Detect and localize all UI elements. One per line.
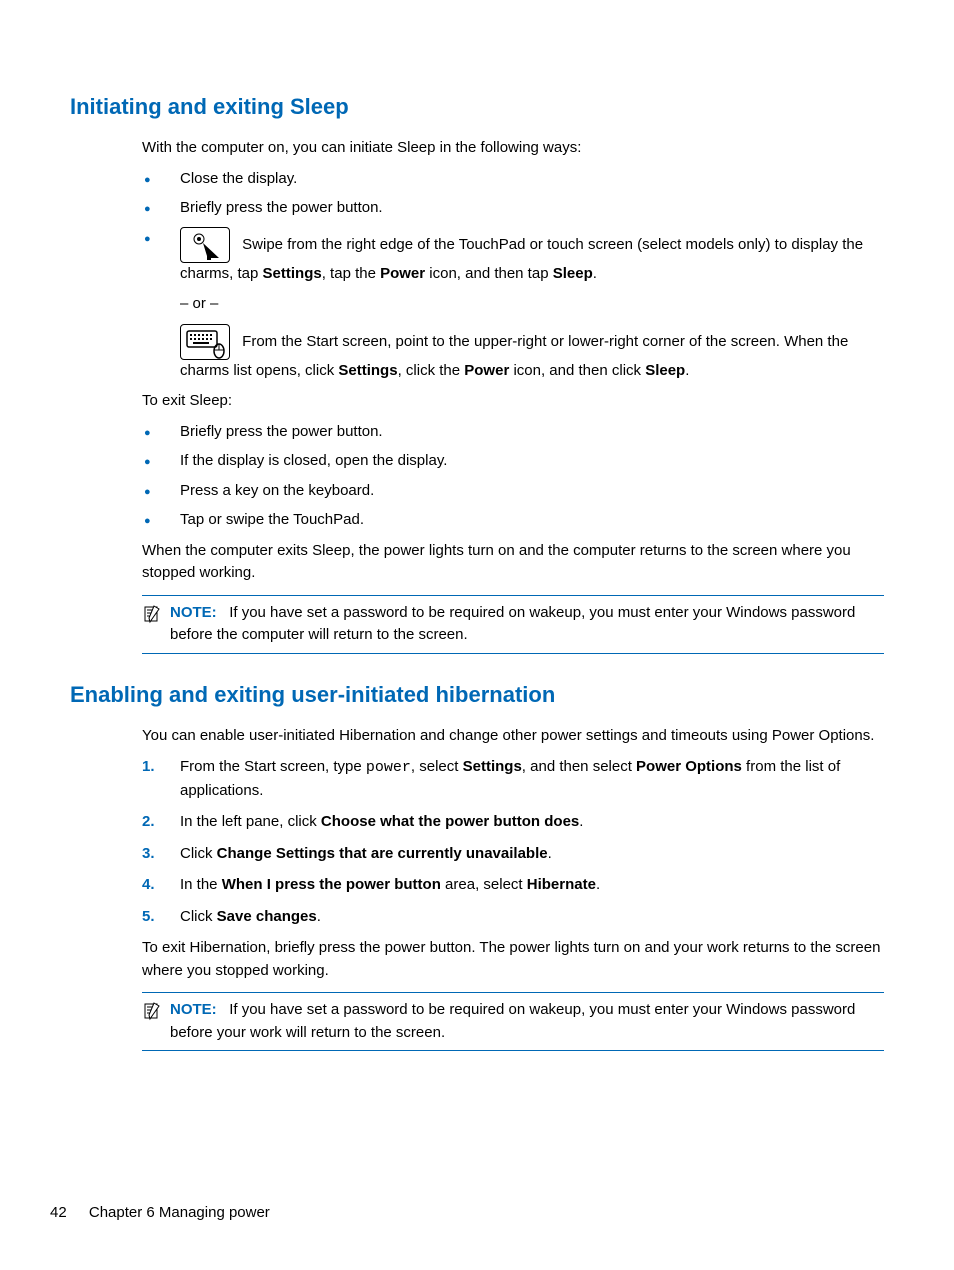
section1-content: With the computer on, you can initiate S… xyxy=(142,137,884,654)
note-label: NOTE: xyxy=(170,604,217,621)
bold-text: Power xyxy=(380,265,425,282)
note-block: NOTE: If you have set a password to be r… xyxy=(142,595,884,654)
or-separator: – or – xyxy=(180,293,884,316)
step-item: In the When I press the power button are… xyxy=(142,874,884,897)
outro-text: To exit Hibernation, briefly press the p… xyxy=(142,937,884,982)
step-item: From the Start screen, type power, selec… xyxy=(142,756,884,802)
page-footer: 42 Chapter 6 Managing power xyxy=(50,1202,270,1225)
chapter-label: Chapter 6 Managing power xyxy=(89,1204,270,1221)
section2-content: You can enable user-initiated Hibernatio… xyxy=(142,725,884,1052)
note-text: If you have set a password to be require… xyxy=(170,604,855,644)
exit-intro: To exit Sleep: xyxy=(142,390,884,413)
code-text: power xyxy=(366,759,411,776)
page-number: 42 xyxy=(50,1204,67,1221)
step-item: In the left pane, click Choose what the … xyxy=(142,811,884,834)
step-item: Click Save changes. xyxy=(142,906,884,929)
note-icon xyxy=(142,604,162,624)
bold-text: Sleep xyxy=(553,265,593,282)
list-item: Tap or swipe the TouchPad. xyxy=(142,509,884,532)
exit-list: Briefly press the power button. If the d… xyxy=(142,421,884,532)
heading-sleep: Initiating and exiting Sleep xyxy=(70,90,884,123)
list-item: Swipe from the right edge of the TouchPa… xyxy=(142,227,884,383)
steps-list: From the Start screen, type power, selec… xyxy=(142,756,884,928)
list-item: Press a key on the keyboard. xyxy=(142,480,884,503)
touch-gesture-icon xyxy=(180,227,230,263)
list-item: Briefly press the power button. xyxy=(142,421,884,444)
initiate-list: Close the display. Briefly press the pow… xyxy=(142,168,884,383)
list-item: If the display is closed, open the displ… xyxy=(142,450,884,473)
note-icon xyxy=(142,1001,162,1021)
keyboard-mouse-icon xyxy=(180,324,230,360)
step-item: Click Change Settings that are currently… xyxy=(142,843,884,866)
outro-text: When the computer exits Sleep, the power… xyxy=(142,540,884,585)
note-block: NOTE: If you have set a password to be r… xyxy=(142,992,884,1051)
bold-text: Settings xyxy=(263,265,322,282)
bold-text: Settings xyxy=(338,362,397,379)
list-item: Briefly press the power button. xyxy=(142,197,884,220)
list-item: Close the display. xyxy=(142,168,884,191)
note-text: If you have set a password to be require… xyxy=(170,1001,855,1041)
intro-text: You can enable user-initiated Hibernatio… xyxy=(142,725,884,748)
bold-text: Power xyxy=(464,362,509,379)
heading-hibernation: Enabling and exiting user-initiated hibe… xyxy=(70,678,884,711)
intro-text: With the computer on, you can initiate S… xyxy=(142,137,884,160)
bold-text: Sleep xyxy=(645,362,685,379)
note-label: NOTE: xyxy=(170,1001,217,1018)
